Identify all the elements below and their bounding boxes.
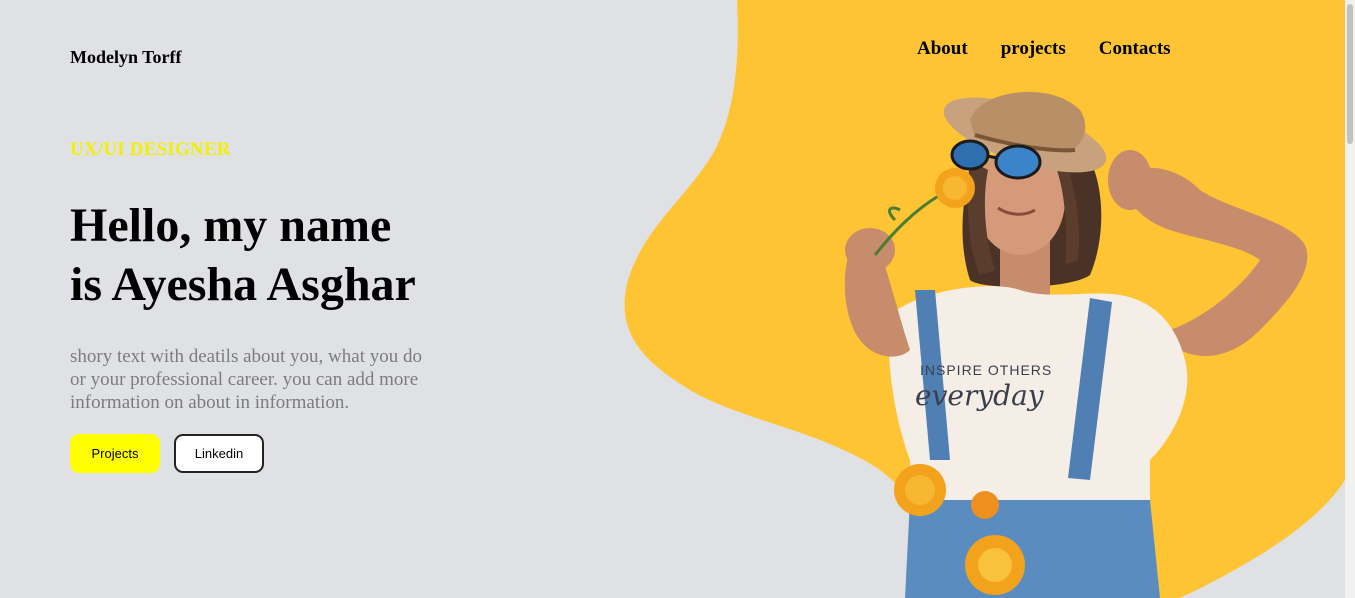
projects-button[interactable]: Projects [70,434,160,473]
svg-text:everyday: everyday [915,379,1045,412]
svg-text:INSPIRE OTHERS: INSPIRE OTHERS [920,362,1052,378]
hero-description: shory text with deatils about you, what … [70,346,422,413]
main-nav: About projects Contacts [917,38,1171,60]
vertical-scrollbar[interactable] [1345,0,1355,598]
role-subtitle: UX/UI DESIGNER [70,139,231,160]
scrollbar-thumb[interactable] [1347,4,1353,144]
headline-line-2: is Ayesha Asghar [70,258,416,311]
headline-line-1: Hello, my name [70,199,392,252]
brand-name[interactable]: Modelyn Torff [70,47,182,68]
nav-projects[interactable]: projects [1001,38,1066,60]
landing-page: Modelyn Torff About projects Contacts UX… [0,0,1355,598]
hero-portrait-image: INSPIRE OTHERS everyday [844,91,1308,598]
hero-buttons: Projects Linkedin [70,434,264,473]
nav-about[interactable]: About [917,38,968,60]
linkedin-button[interactable]: Linkedin [174,434,264,473]
nav-contacts[interactable]: Contacts [1099,38,1171,60]
hero-headline: Hello, my name is Ayesha Asghar [70,196,490,314]
